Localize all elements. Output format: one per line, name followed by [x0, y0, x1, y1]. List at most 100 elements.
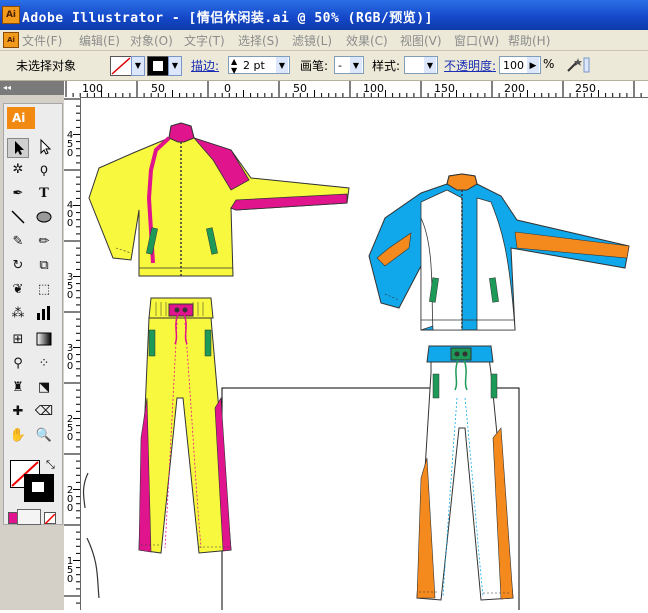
menu-effect[interactable]: 效果(C) [346, 32, 388, 49]
magic-wand-tool-button[interactable]: ✲ [7, 160, 29, 180]
brush-value: - [338, 59, 342, 72]
symbol-sprayer-tool-button[interactable]: ⁂ [7, 304, 29, 324]
paint-bucket-icon: ♜ [12, 380, 24, 395]
menu-edit[interactable]: 编辑(E) [79, 32, 120, 49]
paintbrush-tool-button[interactable]: ✎ [7, 232, 29, 252]
stepper-arrows-icon[interactable]: ▲ ▼ [231, 57, 237, 75]
selection-status: 未选择对象 [16, 59, 77, 73]
blend-icon: ⁘ [38, 356, 50, 371]
ellipse-tool-button[interactable] [33, 208, 55, 228]
mesh-icon: ⊞ [12, 332, 24, 347]
ruler-label-v: 300 [66, 343, 74, 372]
stroke-weight-field[interactable]: ▲ ▼ 2 pt ▼ [228, 56, 290, 75]
stroke-inner-icon [153, 61, 163, 71]
chevron-right-icon[interactable]: ▶ [527, 57, 539, 73]
graph-tool-button[interactable] [33, 304, 55, 324]
stroke-label-link[interactable]: 描边: [191, 57, 219, 74]
eyedropper-icon: ⚲ [13, 356, 23, 371]
stroke-hole [32, 482, 44, 492]
hand-tool-button[interactable]: ✋ [7, 426, 29, 446]
type-tool-button[interactable]: T [33, 184, 55, 204]
horizontal-ruler[interactable]: 100 50 0 50 100 150 200 250 [64, 81, 648, 98]
lasso-tool-button[interactable]: ϙ [33, 160, 55, 180]
slice-tool-button[interactable]: ✚ [7, 402, 29, 422]
screen-mode-button[interactable] [17, 509, 41, 525]
arrow-pointer-icon [15, 141, 24, 155]
recolor-wand-button[interactable] [564, 56, 590, 74]
pen-tool-button[interactable]: ✒ [7, 184, 29, 204]
opacity-field[interactable]: 100 ▶ [499, 56, 541, 74]
menu-view[interactable]: 视图(V) [400, 32, 442, 49]
live-paint-selection-tool-button[interactable]: ⬔ [33, 378, 55, 398]
eyedropper-tool-button[interactable]: ⚲ [7, 354, 29, 374]
window-title: Adobe Illustrator - [情侣休闲装.ai @ 50% (RGB… [22, 11, 433, 26]
hollow-arrow-icon [40, 138, 52, 155]
gradient-tool-button[interactable] [33, 330, 55, 350]
warp-icon: ❦ [12, 282, 24, 297]
scale-icon: ⧉ [39, 258, 49, 273]
white-pants[interactable] [416, 345, 514, 601]
vertical-ruler[interactable]: 450 400 350 300 250 200 150 [64, 97, 81, 610]
swap-arrows-icon[interactable]: ⤡ [46, 458, 55, 472]
document-icon[interactable]: Ai [3, 32, 19, 48]
menu-filter[interactable]: 滤镜(L) [292, 32, 332, 49]
rotate-icon: ↻ [12, 258, 24, 273]
ruler-label-h: 50 [151, 82, 165, 95]
menu-help[interactable]: 帮助(H) [508, 32, 550, 49]
fill-swatch[interactable] [110, 56, 132, 76]
warp-tool-button[interactable]: ❦ [7, 280, 29, 300]
line-tool-button[interactable] [7, 208, 29, 228]
blend-tool-button[interactable]: ⁘ [33, 354, 55, 374]
line-segment-icon [11, 210, 25, 224]
panel-grip[interactable]: ◂◂ [0, 81, 64, 95]
ruler-label-h: 100 [82, 82, 103, 95]
pencil-tool-button[interactable]: ✏ [33, 232, 55, 252]
rotate-tool-button[interactable]: ↻ [7, 256, 29, 276]
menu-window[interactable]: 窗口(W) [454, 32, 499, 49]
stroke-weight-value: 2 pt [243, 59, 265, 72]
type-icon: T [39, 186, 49, 201]
app-icon: Ai [2, 6, 20, 24]
artboard-canvas[interactable] [81, 98, 648, 613]
bar-graph-icon [37, 306, 50, 320]
magic-wand-icon: ✲ [12, 162, 24, 177]
menu-object[interactable]: 对象(O) [130, 32, 173, 49]
selection-tool-button[interactable] [7, 138, 29, 158]
zoom-icon: 🔍 [35, 428, 53, 443]
stroke-swatch[interactable] [147, 56, 169, 76]
live-paint-bucket-tool-button[interactable]: ♜ [7, 378, 29, 398]
zoom-tool-button[interactable]: 🔍 [33, 426, 55, 446]
control-bar: 未选择对象 ▼ ▼ 描边: ▲ ▼ 2 pt ▼ 画笔: - ▼ 样式: ▼ 不透… [0, 51, 648, 81]
menu-type[interactable]: 文字(T) [184, 32, 225, 49]
ruler-label-h: 250 [575, 82, 596, 95]
yellow-pants[interactable] [138, 297, 232, 554]
stray-path [82, 472, 89, 509]
menu-file[interactable]: 文件(F) [22, 32, 62, 49]
fill-dropdown-button[interactable]: ▼ [131, 56, 145, 76]
paintbrush-icon: ✎ [12, 234, 24, 249]
chevron-down-icon: ▼ [171, 61, 179, 70]
scale-tool-button[interactable]: ⧉ [33, 256, 55, 276]
stroke-indicator[interactable] [24, 474, 54, 502]
yellow-jacket[interactable] [88, 122, 350, 277]
opacity-label-link[interactable]: 不透明度: [444, 57, 496, 74]
direct-selection-tool-button[interactable] [33, 138, 55, 158]
chevron-down-icon[interactable]: ▼ [276, 57, 288, 73]
no-fill-icon [111, 57, 131, 75]
chevron-down-icon[interactable]: ▼ [350, 57, 362, 73]
free-transform-tool-button[interactable]: ⬚ [33, 280, 55, 300]
mesh-tool-button[interactable]: ⊞ [7, 330, 29, 350]
brush-dropdown[interactable]: - ▼ [334, 56, 364, 74]
eraser-tool-button[interactable]: ⌫ [33, 402, 55, 422]
slice-icon: ✚ [12, 404, 24, 419]
none-mode-button[interactable] [44, 512, 56, 525]
style-dropdown[interactable]: ▼ [404, 56, 438, 74]
stroke-dropdown-button[interactable]: ▼ [168, 56, 182, 76]
fill-stroke-widget[interactable]: ⤡ [10, 458, 58, 502]
blue-jacket[interactable] [368, 173, 630, 331]
artwork [82, 122, 630, 613]
menu-select[interactable]: 选择(S) [238, 32, 279, 49]
chevron-down-icon[interactable]: ▼ [424, 57, 436, 73]
lasso-icon: ϙ [40, 162, 48, 177]
tools-panel: ◂◂ Ai ✲ ϙ ✒ T ✎ ✏ ↻ ⧉ ❦ ⬚ ⁂ ⊞ ⚲ ⁘ ♜ ⬔ ✚ … [0, 81, 64, 610]
